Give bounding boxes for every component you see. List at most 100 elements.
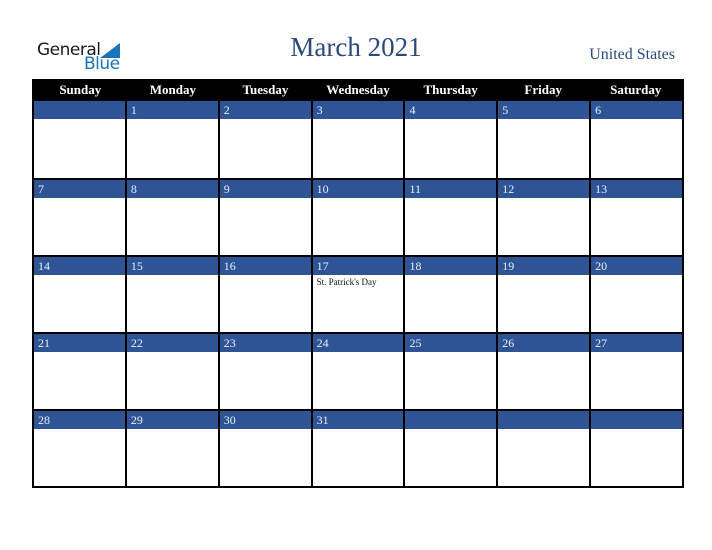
day-number: 10	[312, 178, 404, 198]
weekday-monday: Monday	[149, 82, 196, 97]
week-row: 28 29 30 31	[34, 409, 683, 486]
day-cell[interactable]: 23	[217, 332, 311, 409]
day-body	[498, 275, 590, 332]
day-number	[498, 409, 590, 429]
day-body	[405, 198, 497, 255]
day-body	[34, 198, 125, 255]
day-cell[interactable]	[403, 409, 497, 486]
day-body	[219, 275, 311, 332]
day-number: 7	[34, 178, 125, 198]
day-number: 21	[34, 332, 125, 352]
day-body	[591, 275, 683, 332]
day-number	[34, 101, 125, 119]
day-cell[interactable]: 25	[403, 332, 497, 409]
day-cell[interactable]: 6	[589, 101, 683, 178]
day-cell[interactable]: 4	[403, 101, 497, 178]
weekday-saturday: Saturday	[610, 82, 662, 97]
day-number: 2	[219, 101, 311, 119]
day-body	[126, 198, 218, 255]
day-cell[interactable]: 2	[217, 101, 311, 178]
day-cell[interactable]: 16	[217, 255, 311, 332]
day-cell[interactable]: 8	[124, 178, 218, 255]
day-number: 26	[498, 332, 590, 352]
day-body	[591, 429, 683, 486]
day-body	[498, 429, 590, 486]
day-cell[interactable]: 12	[496, 178, 590, 255]
day-cell[interactable]: 5	[496, 101, 590, 178]
day-body: St. Patrick's Day	[312, 275, 404, 332]
day-number: 8	[126, 178, 218, 198]
week-row: 7 8 9 10 11 12 13	[34, 178, 683, 255]
day-body	[219, 352, 311, 409]
day-body	[219, 429, 311, 486]
day-body	[591, 352, 683, 409]
week-row: 14 15 16 17 St. Patrick's Day 18 19 20	[34, 255, 683, 332]
day-cell[interactable]: 15	[124, 255, 218, 332]
day-number: 14	[34, 255, 125, 275]
day-body	[219, 119, 311, 178]
day-number: 18	[405, 255, 497, 275]
day-number: 24	[312, 332, 404, 352]
day-cell[interactable]: 20	[589, 255, 683, 332]
weekday-tuesday: Tuesday	[242, 82, 289, 97]
day-cell[interactable]: 28	[34, 409, 125, 486]
day-body	[219, 198, 311, 255]
weekday-header: Sunday Monday Tuesday Wednesday Thursday Frid…	[34, 79, 682, 101]
day-number: 5	[498, 101, 590, 119]
day-cell[interactable]: 30	[217, 409, 311, 486]
day-body	[34, 352, 125, 409]
day-body	[591, 198, 683, 255]
week-row: 123456	[34, 101, 683, 178]
day-cell[interactable]: 1	[124, 101, 218, 178]
day-cell[interactable]: 9	[217, 178, 311, 255]
day-body	[405, 352, 497, 409]
day-cell[interactable]: 11	[403, 178, 497, 255]
day-cell[interactable]: 27	[589, 332, 683, 409]
day-body	[498, 198, 590, 255]
day-number	[405, 409, 497, 429]
day-body	[591, 119, 683, 178]
day-number: 16	[219, 255, 311, 275]
day-cell[interactable]: 22	[124, 332, 218, 409]
day-cell[interactable]: 17 St. Patrick's Day	[310, 255, 404, 332]
day-cell[interactable]: 14	[34, 255, 125, 332]
day-body	[126, 429, 218, 486]
weekday-sunday: Sunday	[59, 82, 102, 97]
day-number: 12	[498, 178, 590, 198]
day-cell[interactable]: 10	[310, 178, 404, 255]
day-number: 27	[591, 332, 683, 352]
day-body	[498, 352, 590, 409]
day-body	[498, 119, 590, 178]
day-body	[312, 119, 404, 178]
day-body	[405, 275, 497, 332]
day-number: 9	[219, 178, 311, 198]
day-number: 30	[219, 409, 311, 429]
weekday-friday: Friday	[524, 82, 562, 97]
day-number: 1	[126, 101, 218, 119]
day-number: 17	[312, 255, 404, 275]
day-cell[interactable]: 21	[34, 332, 125, 409]
day-cell[interactable]: 3	[310, 101, 404, 178]
day-cell[interactable]: 7	[34, 178, 125, 255]
day-number: 11	[405, 178, 497, 198]
day-number: 19	[498, 255, 590, 275]
day-body	[34, 429, 125, 486]
day-number: 15	[126, 255, 218, 275]
day-cell[interactable]: 29	[124, 409, 218, 486]
day-cell[interactable]: 26	[496, 332, 590, 409]
day-body	[405, 119, 497, 178]
weeks-container: 1 2 3 4 5 6 7 8 9 10 11 12 13 14 15 16 17 St. Patrick's D…	[34, 101, 683, 486]
day-number: 6	[591, 101, 683, 119]
day-cell[interactable]	[496, 409, 590, 486]
day-cell[interactable]: 13	[589, 178, 683, 255]
day-body	[312, 198, 404, 255]
day-cell[interactable]: 18	[403, 255, 497, 332]
day-cell[interactable]: 31	[310, 409, 404, 486]
day-cell[interactable]	[34, 101, 125, 178]
day-number: 20	[591, 255, 683, 275]
day-number: 29	[126, 409, 218, 429]
country-label: United States	[589, 46, 675, 63]
day-cell[interactable]	[589, 409, 683, 486]
day-cell[interactable]: 19	[496, 255, 590, 332]
day-cell[interactable]: 24	[310, 332, 404, 409]
